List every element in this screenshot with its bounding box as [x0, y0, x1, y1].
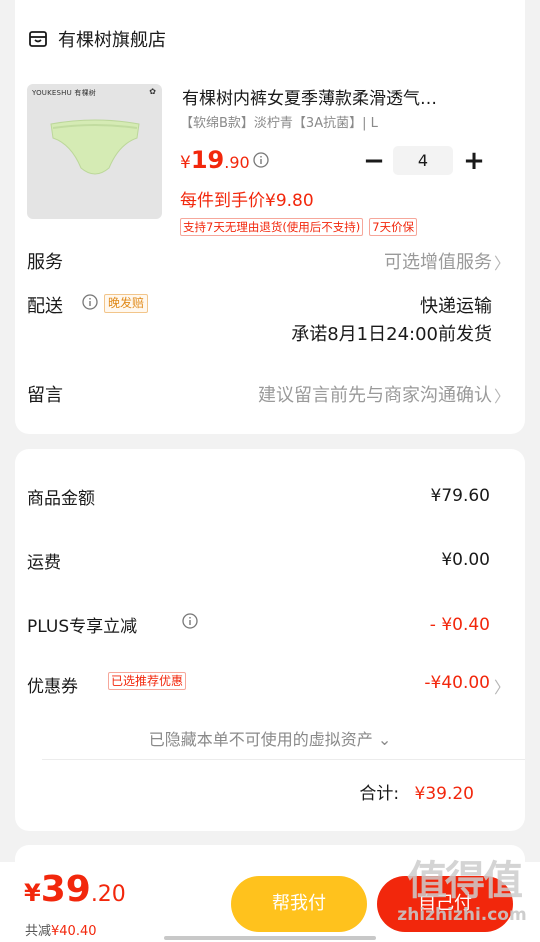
- product-spec[interactable]: 【软绵B款】淡柠青【3A抗菌】| L: [180, 112, 378, 131]
- product-image[interactable]: YOUKESHU 有棵树 ✿: [27, 84, 162, 219]
- service-chevron-icon[interactable]: 〉: [494, 250, 510, 274]
- plus-discount-label: PLUS专享立减: [27, 617, 138, 637]
- price-currency: ¥: [180, 153, 191, 173]
- home-indicator[interactable]: [164, 936, 376, 940]
- per-unit-price: 每件到手价¥9.80: [180, 191, 314, 211]
- coupon-recommended-tag: 已选推荐优惠: [108, 672, 187, 690]
- service-value[interactable]: 可选增值服务: [384, 248, 492, 274]
- coupon-label: 优惠券: [27, 677, 78, 697]
- total-label: 合计:: [359, 784, 400, 804]
- product-brand-mark: YOUKESHU 有棵树: [32, 89, 96, 97]
- message-chevron-icon[interactable]: 〉: [494, 383, 510, 407]
- brand-flower-icon: ✿: [149, 87, 156, 96]
- product-price: ¥ 19 .90: [180, 146, 250, 174]
- underwear-illustration: [50, 119, 140, 175]
- plus-info-icon[interactable]: [182, 613, 198, 633]
- saved-label: 共减: [25, 924, 52, 939]
- coupon-value[interactable]: -¥40.00: [424, 673, 490, 693]
- shipping-label: 运费: [27, 553, 61, 573]
- total-saved: 共减¥40.40: [25, 920, 97, 939]
- quantity-plus-button[interactable]: +: [463, 148, 485, 174]
- delivery-label: 配送: [27, 296, 63, 317]
- message-label: 留言: [27, 385, 63, 406]
- goods-amount-value: ¥79.60: [430, 486, 490, 506]
- service-tags: 支持7天无理由退货(使用后不支持) 7天价保: [180, 218, 423, 236]
- late-compensation-badge: 晚发赔: [104, 294, 149, 313]
- product-title[interactable]: 有棵树内裤女夏季薄款柔滑透气…: [182, 84, 482, 109]
- plus-discount-value: - ¥0.40: [429, 615, 490, 635]
- price-protect-tag: 7天价保: [369, 218, 418, 236]
- total-value: ¥39.20: [414, 784, 474, 804]
- store-name: 有棵树旗舰店: [58, 30, 166, 51]
- hidden-assets-toggle[interactable]: 已隐藏本单不可使用的虚拟资产 ⌄: [0, 726, 540, 750]
- message-input[interactable]: 建议留言前先与商家沟通确认: [258, 381, 492, 407]
- coupon-chevron-icon[interactable]: 〉: [494, 674, 510, 698]
- watermark-logo: 值得值: [407, 858, 523, 904]
- delivery-method[interactable]: 快递运输: [420, 292, 492, 318]
- saved-value: ¥40.40: [51, 924, 97, 939]
- price-info-icon[interactable]: [253, 152, 269, 172]
- goods-amount-label: 商品金额: [27, 489, 95, 509]
- summary-divider: [42, 759, 525, 760]
- service-label: 服务: [27, 252, 63, 273]
- quantity-input[interactable]: 4: [393, 146, 453, 175]
- price-integer: 19: [190, 146, 225, 174]
- help-me-pay-button[interactable]: 帮我付: [231, 876, 367, 932]
- delivery-info-icon[interactable]: [82, 294, 98, 314]
- store-header[interactable]: 有棵树旗舰店: [28, 26, 166, 52]
- quantity-minus-button[interactable]: −: [363, 148, 385, 174]
- shipping-value: ¥0.00: [441, 550, 490, 570]
- delivery-promise: 承诺8月1日24:00前发货: [291, 324, 492, 345]
- return-policy-tag: 支持7天无理由退货(使用后不支持): [180, 218, 364, 236]
- checkout-integer: 39: [40, 869, 91, 910]
- checkout-currency: ¥: [24, 879, 41, 907]
- price-decimal: .90: [224, 153, 250, 172]
- checkout-price: ¥ 39 .20: [24, 869, 126, 910]
- order-total: 合计: ¥39.20: [359, 779, 474, 804]
- watermark-url: zhizhizhi.com: [397, 905, 527, 925]
- checkout-decimal: .20: [90, 882, 126, 907]
- store-icon: [29, 31, 47, 47]
- quantity-stepper: − 4 +: [363, 146, 485, 175]
